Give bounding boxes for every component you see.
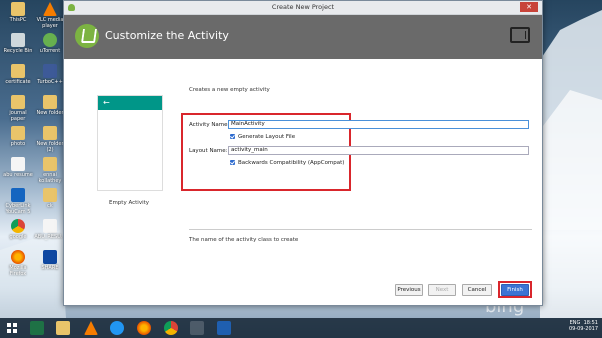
utorrent-icon: [43, 33, 57, 47]
desktop-icon-label: google: [9, 234, 27, 240]
generate-layout-checkbox-row[interactable]: Generate Layout File: [230, 134, 295, 140]
folder-icon: [43, 126, 57, 140]
generate-layout-label: Generate Layout File: [238, 134, 296, 140]
template-description: Creates a new empty activity: [189, 87, 270, 93]
desktop-icon[interactable]: google: [2, 219, 34, 240]
cyber-icon: [11, 188, 25, 202]
desktop-icon-label: ABU_RESU...: [34, 234, 66, 240]
bin-icon: [11, 33, 25, 47]
vlc-taskbar-icon[interactable]: [84, 321, 98, 335]
desktop-icon-label: TurboC++: [37, 79, 63, 85]
preview-app-bar: ←: [98, 96, 162, 110]
help-text: The name of the activity class to create: [189, 237, 299, 243]
activity-name-label: Activity Name:: [189, 122, 230, 128]
share-icon: [43, 250, 57, 264]
desktop-icon[interactable]: New folder (2): [34, 126, 66, 153]
desktop-icon[interactable]: SHARE: [34, 250, 66, 271]
folder-icon: [11, 2, 25, 16]
cancel-button[interactable]: Cancel: [462, 284, 492, 296]
start-button[interactable]: [5, 321, 19, 335]
desktop-icon[interactable]: New folder: [34, 95, 66, 116]
backwards-compat-checkbox-row[interactable]: Backwards Compatibility (AppCompat): [230, 160, 344, 166]
desktop-icon-label: New folder (2): [36, 141, 64, 153]
desktop-icon-label: ennai kollathey: [38, 172, 62, 184]
backwards-compat-checkbox[interactable]: [230, 160, 235, 165]
chrome-taskbar-icon[interactable]: [164, 321, 178, 335]
folder-icon: [43, 157, 57, 171]
desktop-icon[interactable]: abu resume: [2, 157, 34, 178]
turbo-icon: [43, 64, 57, 78]
backwards-compat-label: Backwards Compatibility (AppCompat): [238, 160, 345, 166]
layout-name-label: Layout Name:: [189, 148, 228, 154]
desktop-icon[interactable]: VLC media player: [34, 2, 66, 29]
firefox-taskbar-icon[interactable]: [137, 321, 151, 335]
create-project-window: Create New Project ✕ Customize the Activ…: [63, 0, 543, 306]
window-titlebar[interactable]: Create New Project ✕: [64, 1, 542, 15]
template-name: Empty Activity: [108, 200, 150, 206]
file-icon: [43, 219, 57, 233]
word-taskbar-icon[interactable]: [217, 321, 231, 335]
folder-icon: [43, 95, 57, 109]
next-button[interactable]: Next: [428, 284, 456, 296]
back-arrow-icon: ←: [103, 98, 110, 107]
desktop-icon[interactable]: journal paper: [2, 95, 34, 122]
chrome-icon: [11, 219, 25, 233]
explorer-taskbar-icon[interactable]: [56, 321, 70, 335]
desktop-icon[interactable]: ABU_RESU...: [34, 219, 66, 240]
desktop-icon-label: photo: [10, 141, 26, 147]
wizard-header: Customize the Activity: [64, 15, 542, 59]
help-divider: [189, 229, 532, 230]
taskbar: ENG 18:51 09-09-2017: [0, 318, 602, 338]
folder-icon: [11, 126, 25, 140]
desktop-icon[interactable]: CyberLink YouCam 5: [2, 188, 34, 215]
window-title: Create New Project: [271, 3, 335, 11]
desktop-icon-label: uTorrent: [39, 48, 61, 54]
folder-icon: [43, 188, 57, 202]
desktop-icon-label: ThisPC: [9, 17, 27, 23]
desktop-icon[interactable]: certificate: [2, 64, 34, 85]
desktop-icon[interactable]: Mozilla Firefox: [2, 250, 34, 277]
desktop-icon-label: certificate: [5, 79, 31, 85]
close-button[interactable]: ✕: [520, 2, 538, 12]
desktop-icon[interactable]: uTorrent: [34, 33, 66, 54]
vlc-icon: [43, 2, 57, 16]
tray-date: 09-09-2017: [568, 326, 598, 332]
generate-layout-checkbox[interactable]: [230, 134, 235, 139]
desktop-icon-label: abu resume: [3, 172, 33, 178]
desktop-icon-label: CyberLink YouCam 5: [5, 203, 31, 215]
previous-button[interactable]: Previous: [395, 284, 423, 296]
excel-taskbar-icon[interactable]: [30, 321, 44, 335]
desktop-icon[interactable]: ThisPC: [2, 2, 34, 23]
firefox-icon: [11, 250, 25, 264]
folder-icon: [11, 64, 25, 78]
layout-name-input[interactable]: activity_main: [228, 146, 529, 155]
activity-name-input[interactable]: MainActivity: [228, 120, 529, 129]
device-form-factor-icon: [510, 27, 530, 43]
desktop-icons: ThisPC VLC media player Recycle Bin uTorren…: [0, 0, 66, 318]
desktop-icon-label: SHARE: [41, 265, 59, 271]
activity-template-preview: ←: [97, 95, 163, 191]
file-icon: [11, 157, 25, 171]
desktop-icon[interactable]: ennai kollathey: [34, 157, 66, 184]
desktop-icon-label: New folder: [36, 110, 64, 116]
ie-taskbar-icon[interactable]: [110, 321, 124, 335]
desktop-icon-label: Mozilla Firefox: [9, 265, 27, 277]
desktop-icon[interactable]: photo: [2, 126, 34, 147]
wizard-content: ← Empty Activity Creates a new empty act…: [64, 59, 542, 305]
page-title: Customize the Activity: [105, 29, 229, 42]
close-icon: ✕: [526, 3, 532, 11]
desktop-icon-label: journal paper: [9, 110, 27, 122]
desktop-icon-label: ck: [47, 203, 53, 209]
android-studio-taskbar-icon[interactable]: [190, 321, 204, 335]
finish-button[interactable]: Finish: [501, 284, 529, 296]
desktop-icon[interactable]: TurboC++: [34, 64, 66, 85]
android-studio-logo-icon: [75, 24, 99, 48]
system-tray[interactable]: ENG 18:51 09-09-2017: [569, 320, 598, 332]
desktop-icon[interactable]: ck: [34, 188, 66, 209]
folder-icon: [11, 95, 25, 109]
desktop-icon-label: VLC media player: [36, 17, 64, 29]
desktop-icon-label: Recycle Bin: [3, 48, 33, 54]
desktop-icon[interactable]: Recycle Bin: [2, 33, 34, 54]
